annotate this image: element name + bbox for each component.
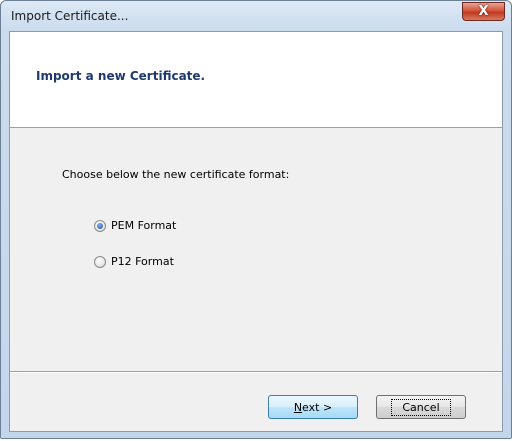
- radio-pem[interactable]: [94, 219, 106, 232]
- close-icon: X: [478, 4, 489, 19]
- next-button[interactable]: Next >: [268, 395, 358, 419]
- radio-p12-label[interactable]: P12 Format: [111, 255, 174, 268]
- option-p12-format[interactable]: P12 Format: [94, 255, 174, 268]
- dialog-window: Import Certificate... X Import a new Cer…: [0, 0, 512, 439]
- title-bar[interactable]: Import Certificate... X: [1, 1, 511, 31]
- radio-p12[interactable]: [94, 255, 106, 268]
- wizard-header: Import a new Certificate.: [10, 32, 502, 128]
- footer-divider: [10, 371, 502, 373]
- radio-pem-label[interactable]: PEM Format: [111, 219, 176, 232]
- next-button-label: Next >: [293, 400, 333, 414]
- format-prompt: Choose below the new certificate format:: [62, 168, 290, 181]
- close-button[interactable]: X: [462, 2, 505, 21]
- option-pem-format[interactable]: PEM Format: [94, 219, 176, 232]
- window-title: Import Certificate...: [11, 9, 129, 23]
- cancel-button-label: Cancel: [391, 398, 451, 416]
- cancel-button[interactable]: Cancel: [376, 395, 466, 419]
- wizard-header-title: Import a new Certificate.: [36, 69, 206, 83]
- dialog-client-area: Import a new Certificate. Choose below t…: [9, 31, 503, 432]
